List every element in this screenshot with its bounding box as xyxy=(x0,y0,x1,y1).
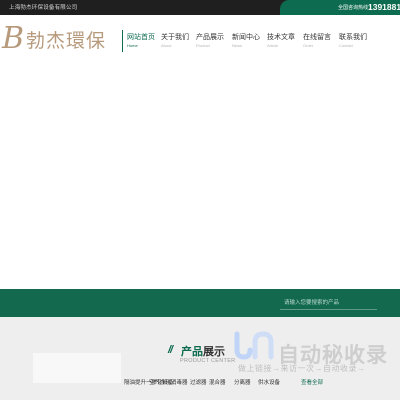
title-part-green: 产品 xyxy=(181,346,203,358)
category-link[interactable]: 过滤器 xyxy=(190,378,207,386)
section-subtitle: PRODUCT CENTER xyxy=(180,358,236,364)
nav-sublabel: Order xyxy=(303,43,314,48)
nav-label: 联系我们 xyxy=(339,34,367,41)
site-logo[interactable]: B 勃杰環保 xyxy=(2,23,120,59)
view-all-link[interactable]: 查看全部 xyxy=(301,378,323,386)
category-link[interactable]: 混合器 xyxy=(209,378,226,386)
watermark-slogan: 做上链接→来访一次→自动收录→ xyxy=(238,364,366,373)
nav-item-contact[interactable]: 联系我们 Contact xyxy=(335,30,369,52)
nav-item-home[interactable]: 网站首页 Home xyxy=(122,30,156,52)
logo-name: 勃杰環保 xyxy=(26,30,107,52)
nav-item-about[interactable]: 关于我们 About xyxy=(157,30,191,52)
hero-banner xyxy=(0,63,400,289)
company-name: 上海勃杰环保设备有限公司 xyxy=(9,5,78,11)
logo-mark: B xyxy=(2,21,25,56)
top-bar: 上海勃杰环保设备有限公司 全国咨询热线： 1391881500 xyxy=(0,0,400,15)
nav-item-news[interactable]: 新闻中心 News xyxy=(228,30,262,52)
nav-sublabel: Contact xyxy=(339,43,353,48)
nav-sublabel: Product xyxy=(196,43,210,48)
title-accent-icon: // xyxy=(168,344,173,356)
nav-sublabel: Article xyxy=(267,43,279,48)
category-panel xyxy=(33,353,121,383)
nav-label: 技术文章 xyxy=(267,34,295,41)
nav-label: 产品展示 xyxy=(196,34,224,41)
category-link[interactable]: 空气净化消毒器 xyxy=(149,378,188,386)
nav-sublabel: Home xyxy=(127,43,138,48)
watermark: 自动秘收录 做上链接→来访一次→自动收录→ xyxy=(231,326,387,382)
nav-label: 新闻中心 xyxy=(232,34,260,41)
hotline-number[interactable]: 1391881500 xyxy=(368,2,400,12)
nav-label: 关于我们 xyxy=(161,34,189,41)
nav-item-order[interactable]: 在线留言 Order xyxy=(299,30,333,52)
category-link[interactable]: 供水设备 xyxy=(258,378,280,386)
nav-sublabel: About xyxy=(161,43,172,48)
nav-item-product[interactable]: 产品展示 Product xyxy=(192,30,226,52)
search-input[interactable] xyxy=(280,297,377,310)
watermark-logo-icon xyxy=(234,331,274,360)
title-part-dark: 展示 xyxy=(203,346,225,358)
nav-label: 网站首页 xyxy=(127,34,155,41)
nav-item-article[interactable]: 技术文章 Article xyxy=(263,30,297,52)
nav-label: 在线留言 xyxy=(303,34,331,41)
category-link[interactable]: 分离器 xyxy=(234,378,251,386)
nav-sublabel: News xyxy=(232,43,243,48)
